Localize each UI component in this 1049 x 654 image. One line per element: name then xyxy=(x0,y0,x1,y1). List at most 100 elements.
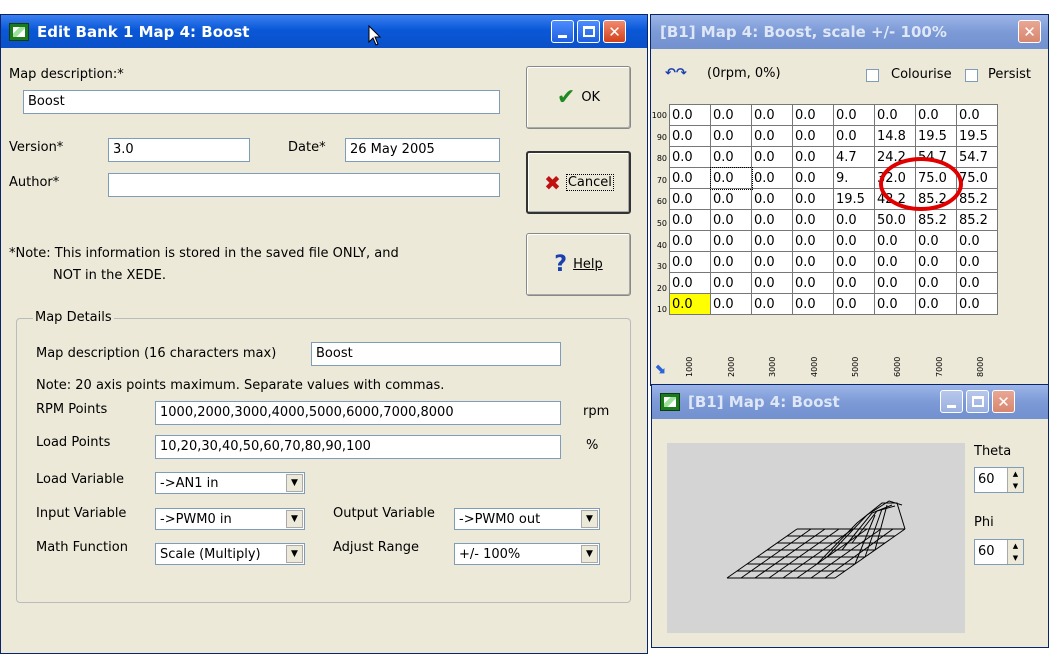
map-cell[interactable]: 0.0 xyxy=(956,272,998,294)
map-cell[interactable]: 0.0 xyxy=(874,230,916,252)
map-cell[interactable]: 0.0 xyxy=(915,230,957,252)
desc16-field[interactable]: Boost xyxy=(311,342,561,366)
math-function-select[interactable]: Scale (Multiply) ▼ xyxy=(155,543,305,565)
map-table[interactable]: 0.0 0.0 0.0 0.0 0.0 0.0 0.0 0.0 0.0 0.0 0.0 0.0 0.0 1… xyxy=(669,104,998,315)
plot-titlebar[interactable]: [B1] Map 4: Boost ✕ xyxy=(652,385,1048,419)
map-cell[interactable]: 0.0 xyxy=(751,167,793,189)
map-grid-titlebar[interactable]: [B1] Map 4: Boost, scale +/- 100% ✕ xyxy=(651,15,1048,49)
undo-redo-icon[interactable]: ↶↷ xyxy=(665,66,687,81)
map-cell[interactable]: 0.0 xyxy=(833,104,875,126)
map-cell[interactable]: 0.0 xyxy=(833,125,875,147)
map-cell[interactable]: 85.2 xyxy=(915,209,957,231)
map-cell[interactable]: 0.0 xyxy=(833,293,875,315)
map-cell[interactable]: 0.0 xyxy=(915,104,957,126)
map-cell[interactable]: 0.0 xyxy=(669,104,711,126)
map-cell[interactable]: 0.0 xyxy=(669,125,711,147)
input-variable-select[interactable]: ->PWM0 in ▼ xyxy=(155,508,305,530)
ok-button[interactable]: ✔ OK xyxy=(526,66,631,129)
map-cell[interactable]: 85.2 xyxy=(956,209,998,231)
map-cell[interactable]: 85.2 xyxy=(956,188,998,210)
map-cell[interactable]: 50.0 xyxy=(874,209,916,231)
map-cell[interactable]: 0.0 xyxy=(710,251,752,273)
close-button[interactable]: ✕ xyxy=(603,20,626,43)
map-cell[interactable]: 0.0 xyxy=(956,293,998,315)
map-cell[interactable]: 0.0 xyxy=(669,230,711,252)
phi-spinner[interactable]: 60 ▲ ▼ xyxy=(974,539,1024,565)
map-cell[interactable]: 0.0 xyxy=(710,272,752,294)
map-cell[interactable]: 0.0 xyxy=(915,293,957,315)
version-field[interactable]: 3.0 xyxy=(108,138,250,162)
map-cell[interactable]: 0.0 xyxy=(669,251,711,273)
map-cell[interactable]: 0.0 xyxy=(751,104,793,126)
colourise-checkbox[interactable] xyxy=(866,69,879,82)
map-cell[interactable]: 0.0 xyxy=(669,167,711,189)
cancel-button[interactable]: ✖ Cancel xyxy=(526,151,631,214)
map-cell[interactable]: 19.5 xyxy=(956,125,998,147)
map-cell[interactable]: 0.0 xyxy=(669,272,711,294)
map-cell[interactable]: 0.0 xyxy=(710,104,752,126)
chevron-down-icon[interactable]: ▼ xyxy=(286,474,303,492)
help-button[interactable]: ? Help xyxy=(526,233,631,296)
map-cell[interactable]: 0.0 xyxy=(833,230,875,252)
chevron-down-icon[interactable]: ▼ xyxy=(581,510,598,528)
map-cell[interactable]: 0.0 xyxy=(669,146,711,168)
map-cell[interactable]: 19.5 xyxy=(833,188,875,210)
map-cell[interactable]: 0.0 xyxy=(792,251,834,273)
map-cell[interactable]: 0.0 xyxy=(792,104,834,126)
map-cell[interactable]: 0.0 xyxy=(956,251,998,273)
map-cell[interactable]: 0.0 xyxy=(710,209,752,231)
map-cell[interactable]: 0.0 xyxy=(751,272,793,294)
map-cell[interactable]: 0.0 xyxy=(669,209,711,231)
map-cell[interactable]: 0.0 xyxy=(710,125,752,147)
theta-spinner[interactable]: 60 ▲ ▼ xyxy=(974,467,1024,493)
map-cell[interactable]: 0.0 xyxy=(792,209,834,231)
map-cell[interactable]: 0.0 xyxy=(833,251,875,273)
map-cell[interactable]: 0.0 xyxy=(874,251,916,273)
map-cell[interactable]: 9. xyxy=(833,167,875,189)
close-button[interactable]: ✕ xyxy=(992,390,1015,413)
spin-updown-icon[interactable]: ▲ ▼ xyxy=(1007,468,1023,492)
maximize-button[interactable] xyxy=(966,390,989,413)
map-cell[interactable]: 0.0 xyxy=(792,167,834,189)
map-cell[interactable]: 0.0 xyxy=(751,209,793,231)
map-cell[interactable]: 4.7 xyxy=(833,146,875,168)
map-cell[interactable]: 0.0 xyxy=(751,293,793,315)
load-variable-select[interactable]: ->AN1 in ▼ xyxy=(155,472,305,494)
chevron-down-icon[interactable]: ▼ xyxy=(286,545,303,563)
edit-dialog-titlebar[interactable]: Edit Bank 1 Map 4: Boost ✕ xyxy=(1,15,647,48)
minimize-button[interactable] xyxy=(940,390,963,413)
map-cell[interactable]: 0.0 xyxy=(874,293,916,315)
author-field[interactable] xyxy=(108,173,500,197)
map-cell[interactable]: 0.0 xyxy=(669,188,711,210)
map-cell[interactable]: 0.0 xyxy=(751,251,793,273)
map-cell[interactable]: 54.7 xyxy=(956,146,998,168)
minimize-button[interactable] xyxy=(551,20,574,43)
map-cell[interactable]: 0.0 xyxy=(751,125,793,147)
map-cell[interactable]: 0.0 xyxy=(874,272,916,294)
map-cell[interactable]: 0.0 xyxy=(792,293,834,315)
map-cell[interactable]: 0.0 xyxy=(710,188,752,210)
map-cell[interactable]: 0.0 xyxy=(874,104,916,126)
map-cell[interactable]: 0.0 xyxy=(833,272,875,294)
chevron-down-icon[interactable]: ▼ xyxy=(581,545,598,563)
map-description-field[interactable]: Boost xyxy=(23,90,500,114)
rpm-points-field[interactable]: 1000,2000,3000,4000,5000,6000,7000,8000 xyxy=(155,401,561,425)
chevron-down-icon[interactable]: ▼ xyxy=(286,510,303,528)
map-cell[interactable]: 19.5 xyxy=(915,125,957,147)
map-cell[interactable]: 0.0 xyxy=(751,188,793,210)
map-cell[interactable]: 0.0 xyxy=(669,293,711,315)
load-points-field[interactable]: 10,20,30,40,50,60,70,80,90,100 xyxy=(155,435,561,459)
map-cell[interactable]: 0.0 xyxy=(710,293,752,315)
close-button[interactable]: ✕ xyxy=(1018,20,1041,43)
map-cell[interactable]: 0.0 xyxy=(751,146,793,168)
persist-checkbox[interactable] xyxy=(965,69,978,82)
surface-plot-area[interactable] xyxy=(667,443,965,633)
map-cell[interactable]: 0.0 xyxy=(956,230,998,252)
maximize-button[interactable] xyxy=(577,20,600,43)
date-field[interactable]: 26 May 2005 xyxy=(345,138,500,162)
map-cell[interactable]: 0.0 xyxy=(792,188,834,210)
map-cell[interactable]: 0.0 xyxy=(709,166,753,190)
map-cell[interactable]: 0.0 xyxy=(915,251,957,273)
map-cell[interactable]: 0.0 xyxy=(792,125,834,147)
map-cell[interactable]: 0.0 xyxy=(792,272,834,294)
